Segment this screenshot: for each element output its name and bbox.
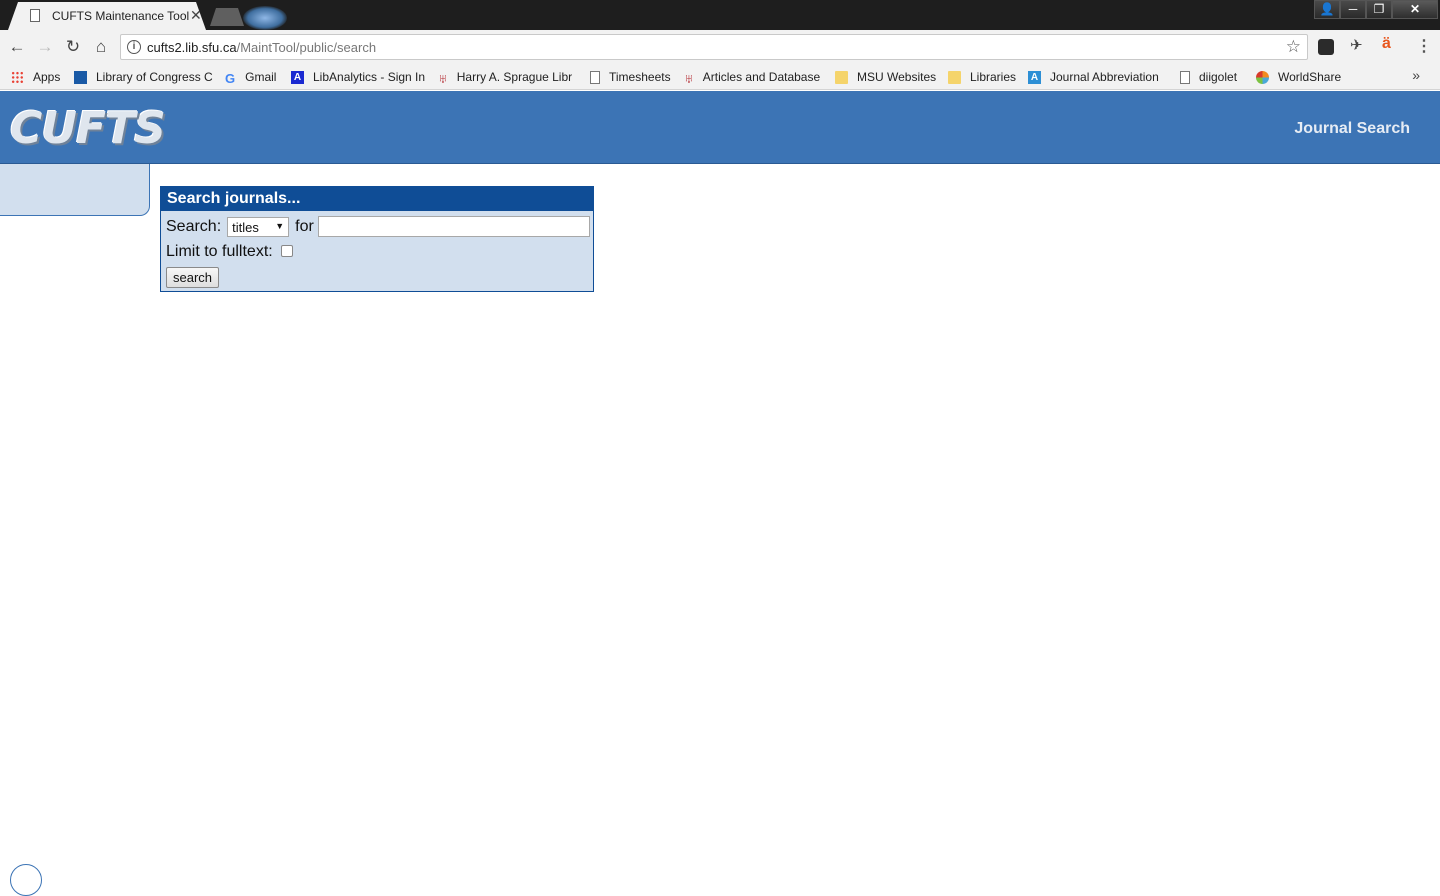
info-icon[interactable]: i xyxy=(127,40,141,54)
browser-titlebar: CUFTS Maintenance Tool ✕ 👤 ─ ❐ ✕ xyxy=(0,0,1440,30)
bookmark-msu-websites[interactable]: MSU Websites xyxy=(835,69,936,85)
page-icon xyxy=(590,70,600,84)
book-icon xyxy=(74,70,87,84)
folder-icon xyxy=(948,70,961,84)
reload-button[interactable]: ↻ xyxy=(62,36,84,58)
close-icon[interactable]: ✕ xyxy=(190,7,202,24)
maximize-button[interactable]: ❐ xyxy=(1366,0,1392,19)
bookmark-journal-abbreviation[interactable]: A Journal Abbreviation xyxy=(1028,69,1159,85)
window-controls: 👤 ─ ❐ ✕ xyxy=(1314,0,1438,20)
bookmark-articles-databases[interactable]: ♅ Articles and Database xyxy=(684,69,820,86)
search-panel-heading: Search journals... xyxy=(161,187,593,211)
bookmark-library-of-congress[interactable]: Library of Congress C xyxy=(74,69,213,85)
search-field-select[interactable]: titles ▼ xyxy=(227,216,290,237)
libanalytics-icon: A xyxy=(291,70,304,84)
browser-toolbar: ← → ↻ ⌂ i cufts2.lib.sfu.ca/MaintTool/pu… xyxy=(0,30,1440,64)
fulltext-checkbox[interactable] xyxy=(280,245,293,257)
bookmark-gmail[interactable]: G Gmail xyxy=(225,69,276,86)
bookmark-apps[interactable]: Apps xyxy=(11,69,60,85)
bookmark-libanalytics[interactable]: A LibAnalytics - Sign In xyxy=(291,69,425,85)
folder-icon xyxy=(835,70,848,84)
page-icon xyxy=(30,9,40,22)
new-tab-button[interactable] xyxy=(210,8,244,26)
browser-tab-active[interactable]: CUFTS Maintenance Tool ✕ xyxy=(8,2,206,30)
bookmark-harry-sprague[interactable]: ♅ Harry A. Sprague Libr xyxy=(438,69,572,86)
browser-menu-icon[interactable]: ⋮ xyxy=(1416,36,1432,56)
corner-circle-decoration xyxy=(10,864,42,896)
cufts-logo[interactable]: CUFTS xyxy=(10,103,166,154)
extension-ocr-icon[interactable]: ä xyxy=(1382,35,1398,52)
shield-icon: ♅ xyxy=(684,70,694,86)
bookmark-timesheets[interactable]: Timesheets xyxy=(590,69,671,85)
search-journals-panel: Search journals... Search: titles ▼ for … xyxy=(160,186,594,292)
bookmark-diigolet[interactable]: diigolet xyxy=(1180,69,1237,85)
sidebar-panel xyxy=(0,164,150,216)
search-label: Search: xyxy=(166,217,222,235)
user-profile-button[interactable]: 👤 xyxy=(1314,0,1340,19)
address-bar[interactable]: i cufts2.lib.sfu.ca/MaintTool/public/sea… xyxy=(120,34,1308,60)
apps-icon xyxy=(11,70,24,84)
profile-glow-icon xyxy=(243,6,287,30)
bookmark-libraries[interactable]: Libraries xyxy=(948,69,1016,85)
fulltext-row: Limit to fulltext: xyxy=(166,243,293,261)
back-button[interactable]: ← xyxy=(6,36,28,58)
forward-button[interactable]: → xyxy=(34,36,56,58)
site-header: CUFTS Journal Search xyxy=(0,91,1440,164)
for-label: for xyxy=(295,217,314,235)
fulltext-label: Limit to fulltext: xyxy=(166,243,273,260)
dropdown-arrow-icon: ▼ xyxy=(275,220,285,231)
search-field-value: titles xyxy=(232,219,259,235)
page-icon xyxy=(1180,70,1190,84)
bookmarks-bar: Apps Library of Congress C G Gmail A LibAn… xyxy=(0,64,1440,90)
extension-lastpass-icon[interactable] xyxy=(1318,39,1334,55)
bookmark-worldshare[interactable]: WorldShare xyxy=(1256,69,1341,85)
google-icon: G xyxy=(225,70,236,86)
bookmarks-overflow-icon[interactable]: » xyxy=(1412,67,1420,83)
search-row: Search: titles ▼ for xyxy=(166,216,590,237)
home-button[interactable]: ⌂ xyxy=(90,36,112,58)
tab-title: CUFTS Maintenance Tool xyxy=(52,9,190,23)
extension-rocket-icon[interactable]: ✈ xyxy=(1350,36,1366,54)
close-window-button[interactable]: ✕ xyxy=(1392,0,1438,19)
minimize-button[interactable]: ─ xyxy=(1340,0,1366,19)
search-button[interactable]: search xyxy=(166,267,220,288)
shield-icon: ♅ xyxy=(438,70,448,86)
url-text[interactable]: cufts2.lib.sfu.ca/MaintTool/public/searc… xyxy=(147,40,376,55)
journal-search-link[interactable]: Journal Search xyxy=(1294,120,1410,138)
journal-abbrev-icon: A xyxy=(1028,70,1041,84)
search-query-input[interactable] xyxy=(317,216,590,237)
worldshare-icon xyxy=(1256,70,1269,84)
bookmark-star-icon[interactable]: ☆ xyxy=(1286,37,1301,57)
